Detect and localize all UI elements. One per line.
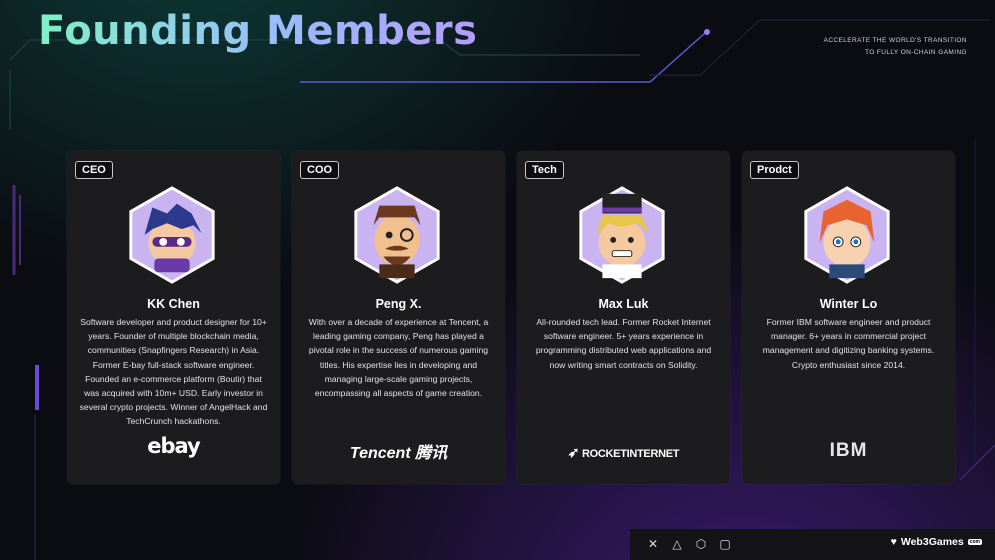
role-badge: CEO [75, 161, 113, 179]
member-avatar [579, 186, 665, 284]
shield-icon[interactable]: ▢ [717, 536, 733, 552]
member-name: KK Chen [147, 297, 200, 311]
member-avatar [129, 186, 215, 284]
member-card: COO Peng X. With over a decade of experi… [292, 151, 505, 484]
member-avatar [804, 186, 890, 284]
rocket-icon: ➶ [567, 444, 580, 460]
tagline-line2: TO FULLY ON-CHAIN GAMING [864, 49, 967, 56]
member-card: CEO KK Chen Software developer and produ… [67, 151, 280, 484]
brand-tag: com [967, 539, 982, 545]
member-bio: With over a decade of experience at Tenc… [308, 317, 489, 399]
ebay-logo: ebay [67, 434, 280, 458]
member-name: Winter Lo [819, 297, 878, 311]
member-bio: All-rounded tech lead. Former Rocket Int… [535, 317, 712, 370]
company-name: ROCKETINTERNET [581, 448, 680, 460]
role-badge: Prodct [750, 161, 799, 179]
company-name: ebay [147, 434, 200, 458]
role-badge: COO [300, 161, 340, 179]
member-bio: Software developer and product designer … [79, 317, 268, 427]
ibm-logo: IBM [742, 440, 955, 462]
tagline: ACCELERATE THE WORLD'S TRANSITION TO FUL… [824, 35, 967, 59]
hexagon-icon[interactable]: ⬡ [693, 536, 709, 552]
company-name: IBM [829, 440, 868, 461]
member-avatar [354, 186, 440, 284]
triangle-icon[interactable]: △ [669, 536, 685, 552]
footer-bar: ✕ △ ⬡ ▢ ♥ Web3Games com [630, 529, 995, 560]
tagline-line1: ACCELERATE THE WORLD'S TRANSITION [823, 37, 967, 44]
social-icons: ✕ △ ⬡ ▢ [645, 536, 733, 552]
brand-name: Web3Games [900, 536, 964, 548]
member-card: Tech Max Luk All-rounded tech lead. Form… [517, 151, 730, 484]
role-badge: Tech [525, 161, 564, 179]
company-name: Tencent 腾讯 [349, 445, 448, 462]
member-bio: Former IBM software engineer and product… [762, 317, 935, 370]
rocket-internet-logo: ➶ ROCKETINTERNET [517, 444, 730, 461]
page-title: Founding Members [38, 8, 478, 54]
member-name: Max Luk [598, 297, 649, 311]
x-icon[interactable]: ✕ [645, 536, 661, 552]
brand-logo[interactable]: ♥ Web3Games com [891, 536, 982, 548]
member-name: Peng X. [375, 297, 422, 311]
tencent-logo: Tencent 腾讯 [292, 439, 505, 463]
member-card: Prodct Winter Lo Former IBM software eng… [742, 151, 955, 484]
brand-mark-icon: ♥ [890, 536, 897, 548]
